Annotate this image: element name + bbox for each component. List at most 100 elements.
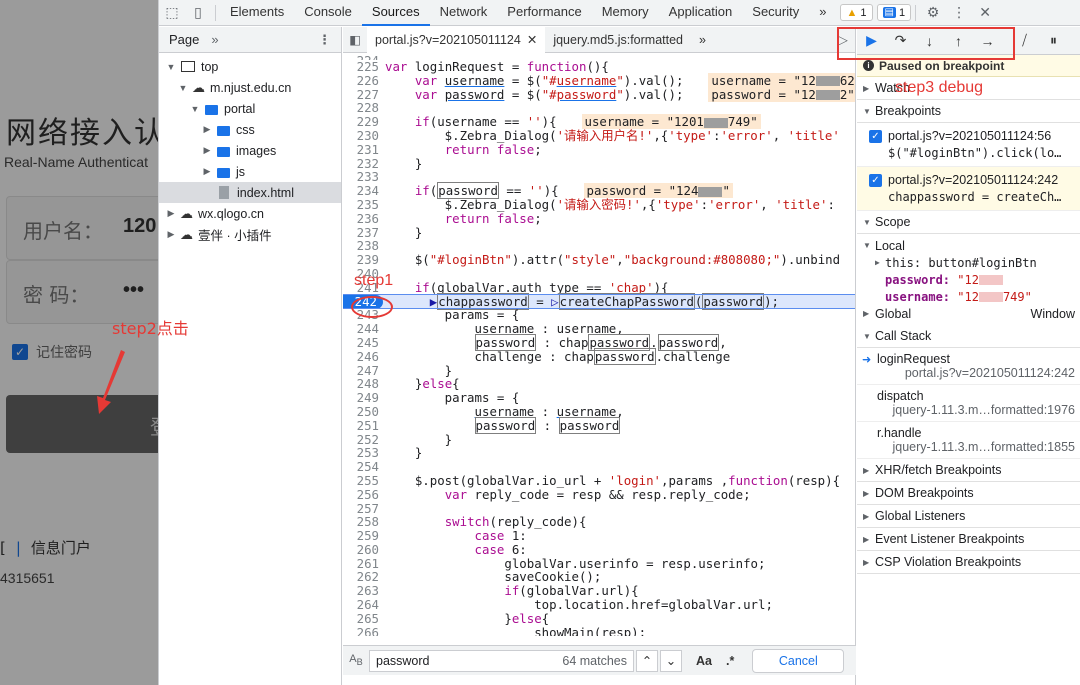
close-tab-icon[interactable]: ✕ [527,33,537,47]
line-number[interactable]: 260 [343,543,385,557]
line-number[interactable]: 252 [343,432,385,447]
line-number[interactable]: 248 [343,377,385,391]
navigator-more-button[interactable]: » [211,32,218,47]
tab-console[interactable]: Console [294,0,362,26]
next-match-button[interactable]: ⌄ [660,649,682,672]
tree-item-portal[interactable]: ▼ portal [159,98,341,119]
line-number[interactable]: 234 [343,184,385,198]
line-number[interactable]: 229 [343,115,385,129]
scope-local[interactable]: ▼ Local [863,237,1080,254]
call-frame[interactable]: ➜ loginRequest portal.js?v=202105011124:24… [857,348,1080,385]
line-number[interactable]: 249 [343,391,385,405]
line-number[interactable]: 244 [343,322,385,336]
line-number[interactable]: 263 [343,584,385,598]
tab-security[interactable]: Security [742,0,809,26]
line-number[interactable]: 238 [343,239,385,253]
breakpoint-item[interactable]: ✓ portal.js?v=202105011124:56 $("#loginBtn… [857,123,1080,167]
editor-more-tabs[interactable]: » [691,27,714,53]
editor-tab-portal-js[interactable]: portal.js?v=202105011124 ✕ [367,27,546,53]
checkbox-checked-icon[interactable]: ✓ [869,129,882,143]
line-number[interactable]: 256 [343,487,385,502]
line-number[interactable]: 251 [343,418,385,433]
line-number[interactable]: 232 [343,156,385,171]
checkbox-checked-icon[interactable]: ✓ [869,173,882,187]
line-number[interactable]: 266 [343,625,385,636]
line-number[interactable]: 250 [343,405,385,419]
line-number[interactable]: 258 [343,515,385,529]
regex-button[interactable]: .* [726,654,734,668]
line-number[interactable]: 228 [343,101,385,115]
tree-item-images[interactable]: ▶ images [159,140,341,161]
scope-password[interactable]: password: "12 [863,271,1080,288]
line-number[interactable]: 230 [343,129,385,143]
source-code[interactable]: 224 225var loginRequest = function(){ 22… [343,54,855,636]
line-number[interactable]: 236 [343,211,385,226]
kebab-menu-icon[interactable]: ⋮ [946,0,972,26]
line-number[interactable]: 265 [343,612,385,626]
line-number[interactable]: 233 [343,170,385,184]
tab-page[interactable]: Page [169,32,199,47]
tab-application[interactable]: Application [659,0,743,26]
tab-memory[interactable]: Memory [592,0,659,26]
section-breakpoints[interactable]: ▼ Breakpoints [857,100,1080,123]
call-frame[interactable]: dispatch jquery-1.11.3.m…formatted:1976 [857,385,1080,422]
line-number[interactable]: 261 [343,556,385,571]
close-icon[interactable]: ✕ [972,0,998,26]
cancel-search-button[interactable]: Cancel [752,648,845,673]
previous-match-button[interactable]: ⌃ [636,649,658,672]
match-case-button[interactable]: Aa [696,654,712,668]
line-number[interactable]: 259 [343,529,385,543]
line-number[interactable]: 246 [343,349,385,364]
tab-sources[interactable]: Sources [361,0,430,26]
tree-item-index-html[interactable]: index.html [159,182,341,203]
line-number[interactable]: 254 [343,460,385,474]
search-input[interactable]: password 64 matches [369,649,634,672]
section-csp-violation-breakpoints[interactable]: ▶ CSP Violation Breakpoints [857,551,1080,574]
line-number[interactable]: 227 [343,87,385,102]
line-number[interactable]: 235 [343,198,385,212]
device-toolbar-icon[interactable]: ▯ [185,0,211,26]
tree-item-m-njust-edu-cn[interactable]: ▼ ☁ m.njust.edu.cn [159,77,341,98]
tree-item-wx-qlogo-cn[interactable]: ▶ ☁ wx.qlogo.cn [159,203,341,224]
section-scope[interactable]: ▼ Scope [857,211,1080,234]
line-number[interactable]: 257 [343,501,385,516]
replace-toggle-icon[interactable]: AB [343,653,369,667]
tree-item-js[interactable]: ▶ js [159,161,341,182]
line-number[interactable]: 264 [343,598,385,612]
scope-this[interactable]: ▶ this: button#loginBtn [863,254,1080,271]
section-global-listeners[interactable]: ▶ Global Listeners [857,505,1080,528]
gear-icon[interactable]: ⚙ [920,0,946,26]
section-dom-breakpoints[interactable]: ▶ DOM Breakpoints [857,482,1080,505]
scope-global[interactable]: ▶ Global Window [863,305,1080,322]
editor-tab-jquery-md5[interactable]: jquery.md5.js:formatted [545,27,691,53]
messages-badge[interactable]: ▤ 1 [876,4,912,21]
section-xhr-fetch-breakpoints[interactable]: ▶ XHR/fetch Breakpoints [857,459,1080,482]
inspect-element-icon[interactable]: ⬚ [159,0,185,26]
line-number[interactable]: 231 [343,142,385,157]
call-frame[interactable]: r.handle jquery-1.11.3.m…formatted:1855 [857,422,1080,459]
line-number[interactable]: 253 [343,446,385,460]
line-number[interactable]: 226 [343,73,385,88]
navigator-menu-icon[interactable]: ⋮ [318,32,331,48]
tree-item--[interactable]: ▶ ☁ 壹伴 · 小插件 [159,224,341,245]
more-tabs-button[interactable]: » [809,0,836,26]
tree-item-css[interactable]: ▶ css [159,119,341,140]
tab-performance[interactable]: Performance [497,0,591,26]
tab-network[interactable]: Network [430,0,498,26]
breakpoint-item[interactable]: ✓ portal.js?v=202105011124:242 chappasswor… [857,167,1080,211]
section-call-stack[interactable]: ▼ Call Stack [857,325,1080,348]
line-number[interactable]: 262 [343,570,385,584]
line-number[interactable]: 255 [343,474,385,488]
tab-elements[interactable]: Elements [220,0,294,26]
line-number[interactable]: 225 [343,60,385,74]
pause-on-exceptions-icon[interactable]: ⏸ [1039,32,1068,49]
warnings-badge[interactable]: ▲ 1 [840,4,873,21]
section-event-listener-breakpoints[interactable]: ▶ Event Listener Breakpoints [857,528,1080,551]
toggle-navigator-icon[interactable]: ◧ [343,32,367,47]
scope-username[interactable]: username: "12 749" [863,288,1080,305]
line-number[interactable]: 239 [343,253,385,267]
line-number[interactable]: 245 [343,336,385,350]
line-number[interactable]: 237 [343,225,385,240]
tree-item-top[interactable]: ▼ top [159,56,341,77]
line-number[interactable]: 247 [343,363,385,378]
